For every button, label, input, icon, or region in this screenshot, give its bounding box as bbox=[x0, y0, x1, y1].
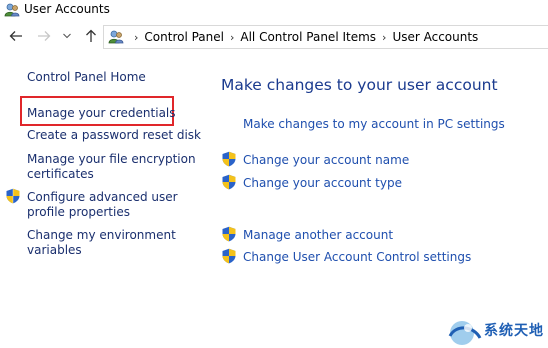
control-panel-icon bbox=[108, 30, 124, 44]
breadcrumb-separator-icon[interactable]: › bbox=[230, 31, 234, 44]
breadcrumb-all-items[interactable]: All Control Panel Items bbox=[240, 30, 376, 44]
pc-settings-link[interactable]: Make changes to my account in PC setting… bbox=[243, 117, 505, 132]
uac-shield-icon bbox=[222, 174, 236, 190]
back-arrow-icon[interactable] bbox=[8, 28, 24, 44]
uac-shield-icon bbox=[222, 151, 236, 167]
breadcrumb-separator-icon[interactable]: › bbox=[134, 31, 138, 44]
file-encryption-label-line2: certificates bbox=[27, 167, 94, 181]
address-bar[interactable]: › Control Panel › All Control Panel Item… bbox=[103, 25, 548, 49]
breadcrumb-control-panel[interactable]: Control Panel bbox=[144, 30, 224, 44]
environment-variables-link[interactable]: Change my environment variables bbox=[27, 228, 176, 258]
file-encryption-label-line1: Manage your file encryption bbox=[27, 152, 196, 166]
breadcrumb-user-accounts[interactable]: User Accounts bbox=[392, 30, 478, 44]
environment-label-line2: variables bbox=[27, 243, 82, 257]
page-title: Make changes to your user account bbox=[221, 76, 498, 94]
up-arrow-icon[interactable] bbox=[83, 28, 99, 44]
file-encryption-link[interactable]: Manage your file encryption certificates bbox=[27, 152, 196, 182]
advanced-user-profile-link[interactable]: Configure advanced user profile properti… bbox=[27, 190, 178, 220]
navigation-bar: › Control Panel › All Control Panel Item… bbox=[0, 24, 548, 50]
uac-shield-icon bbox=[6, 188, 20, 204]
title-bar: User Accounts bbox=[0, 0, 548, 20]
chevron-down-icon[interactable] bbox=[62, 28, 72, 44]
breadcrumb-separator-icon[interactable]: › bbox=[382, 31, 386, 44]
password-reset-disk-link[interactable]: Create a password reset disk bbox=[27, 128, 201, 143]
forward-arrow-icon[interactable] bbox=[36, 28, 52, 44]
manage-another-account-link[interactable]: Manage another account bbox=[243, 228, 393, 243]
environment-label-line1: Change my environment bbox=[27, 228, 176, 242]
manage-credentials-link[interactable]: Manage your credentials bbox=[27, 106, 176, 121]
change-account-name-link[interactable]: Change your account name bbox=[243, 153, 409, 168]
change-account-type-link[interactable]: Change your account type bbox=[243, 176, 402, 191]
watermark-text: 系统天地 bbox=[484, 323, 544, 339]
advanced-profile-label-line1: Configure advanced user bbox=[27, 190, 178, 204]
advanced-profile-label-line2: profile properties bbox=[27, 205, 130, 219]
window-title: User Accounts bbox=[24, 2, 110, 16]
uac-settings-link[interactable]: Change User Account Control settings bbox=[243, 250, 471, 265]
uac-shield-icon bbox=[222, 226, 236, 242]
uac-shield-icon bbox=[222, 248, 236, 264]
users-icon bbox=[4, 3, 20, 17]
control-panel-home-link[interactable]: Control Panel Home bbox=[27, 70, 146, 85]
breadcrumb: › Control Panel › All Control Panel Item… bbox=[128, 30, 478, 44]
